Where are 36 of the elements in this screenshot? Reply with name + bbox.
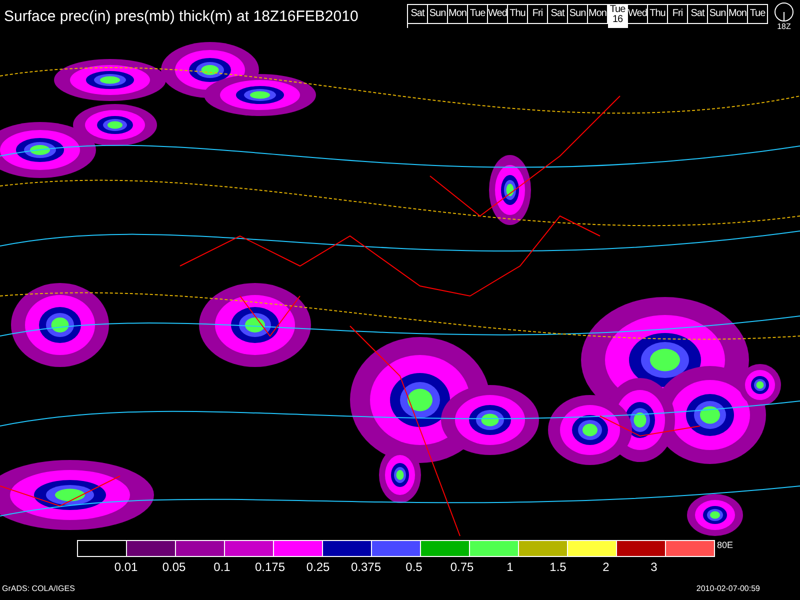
day-cell: Fri — [528, 4, 548, 24]
clock-icon — [774, 2, 794, 22]
day-cell: Fri — [668, 4, 688, 24]
day-cell: Sun — [428, 4, 448, 24]
legend-label: 0.25 — [305, 560, 331, 574]
longitude-label: 80E — [717, 540, 734, 550]
timestamp-text: 2010-02-07-00:59 — [696, 584, 760, 592]
day-cell: Wed — [628, 4, 648, 24]
day-cell: Mon — [588, 4, 608, 24]
day-cell: Tue — [748, 4, 768, 24]
credit-text: GrADS: COLA/IGES — [2, 584, 75, 592]
day-cell: Sun — [568, 4, 588, 24]
day-cell: Thu — [508, 4, 528, 24]
legend-label: 0.1 — [212, 560, 232, 574]
legend-label: 0.05 — [161, 560, 187, 574]
day-cell: Thu — [648, 4, 668, 24]
legend-label: 0.75 — [449, 560, 475, 574]
legend-label: 1 — [506, 560, 514, 574]
day-cell: Tue 16 — [608, 4, 628, 28]
legend-label: 2 — [602, 560, 610, 574]
day-cell: Mon — [448, 4, 468, 24]
legend-label: 3 — [650, 560, 658, 574]
legend-label: 0.5 — [404, 560, 424, 574]
day-cell: Sun — [708, 4, 728, 24]
clock-label: 18Z — [777, 22, 791, 31]
legend-label: 0.375 — [350, 560, 382, 574]
legend-label: 0.01 — [113, 560, 139, 574]
day-cell: Sat — [548, 4, 568, 24]
map-title: Surface prec(in) pres(mb) thick(m) at 18Z16FEB2010 — [4, 8, 358, 25]
legend-label: 1.5 — [548, 560, 568, 574]
day-cell: Wed — [488, 4, 508, 24]
legend-label: 0.175 — [254, 560, 286, 574]
day-cell: Sat — [408, 4, 428, 24]
day-cell: Sat — [688, 4, 708, 24]
day-cell: Tue — [468, 4, 488, 24]
day-cell: Mon — [728, 4, 748, 24]
